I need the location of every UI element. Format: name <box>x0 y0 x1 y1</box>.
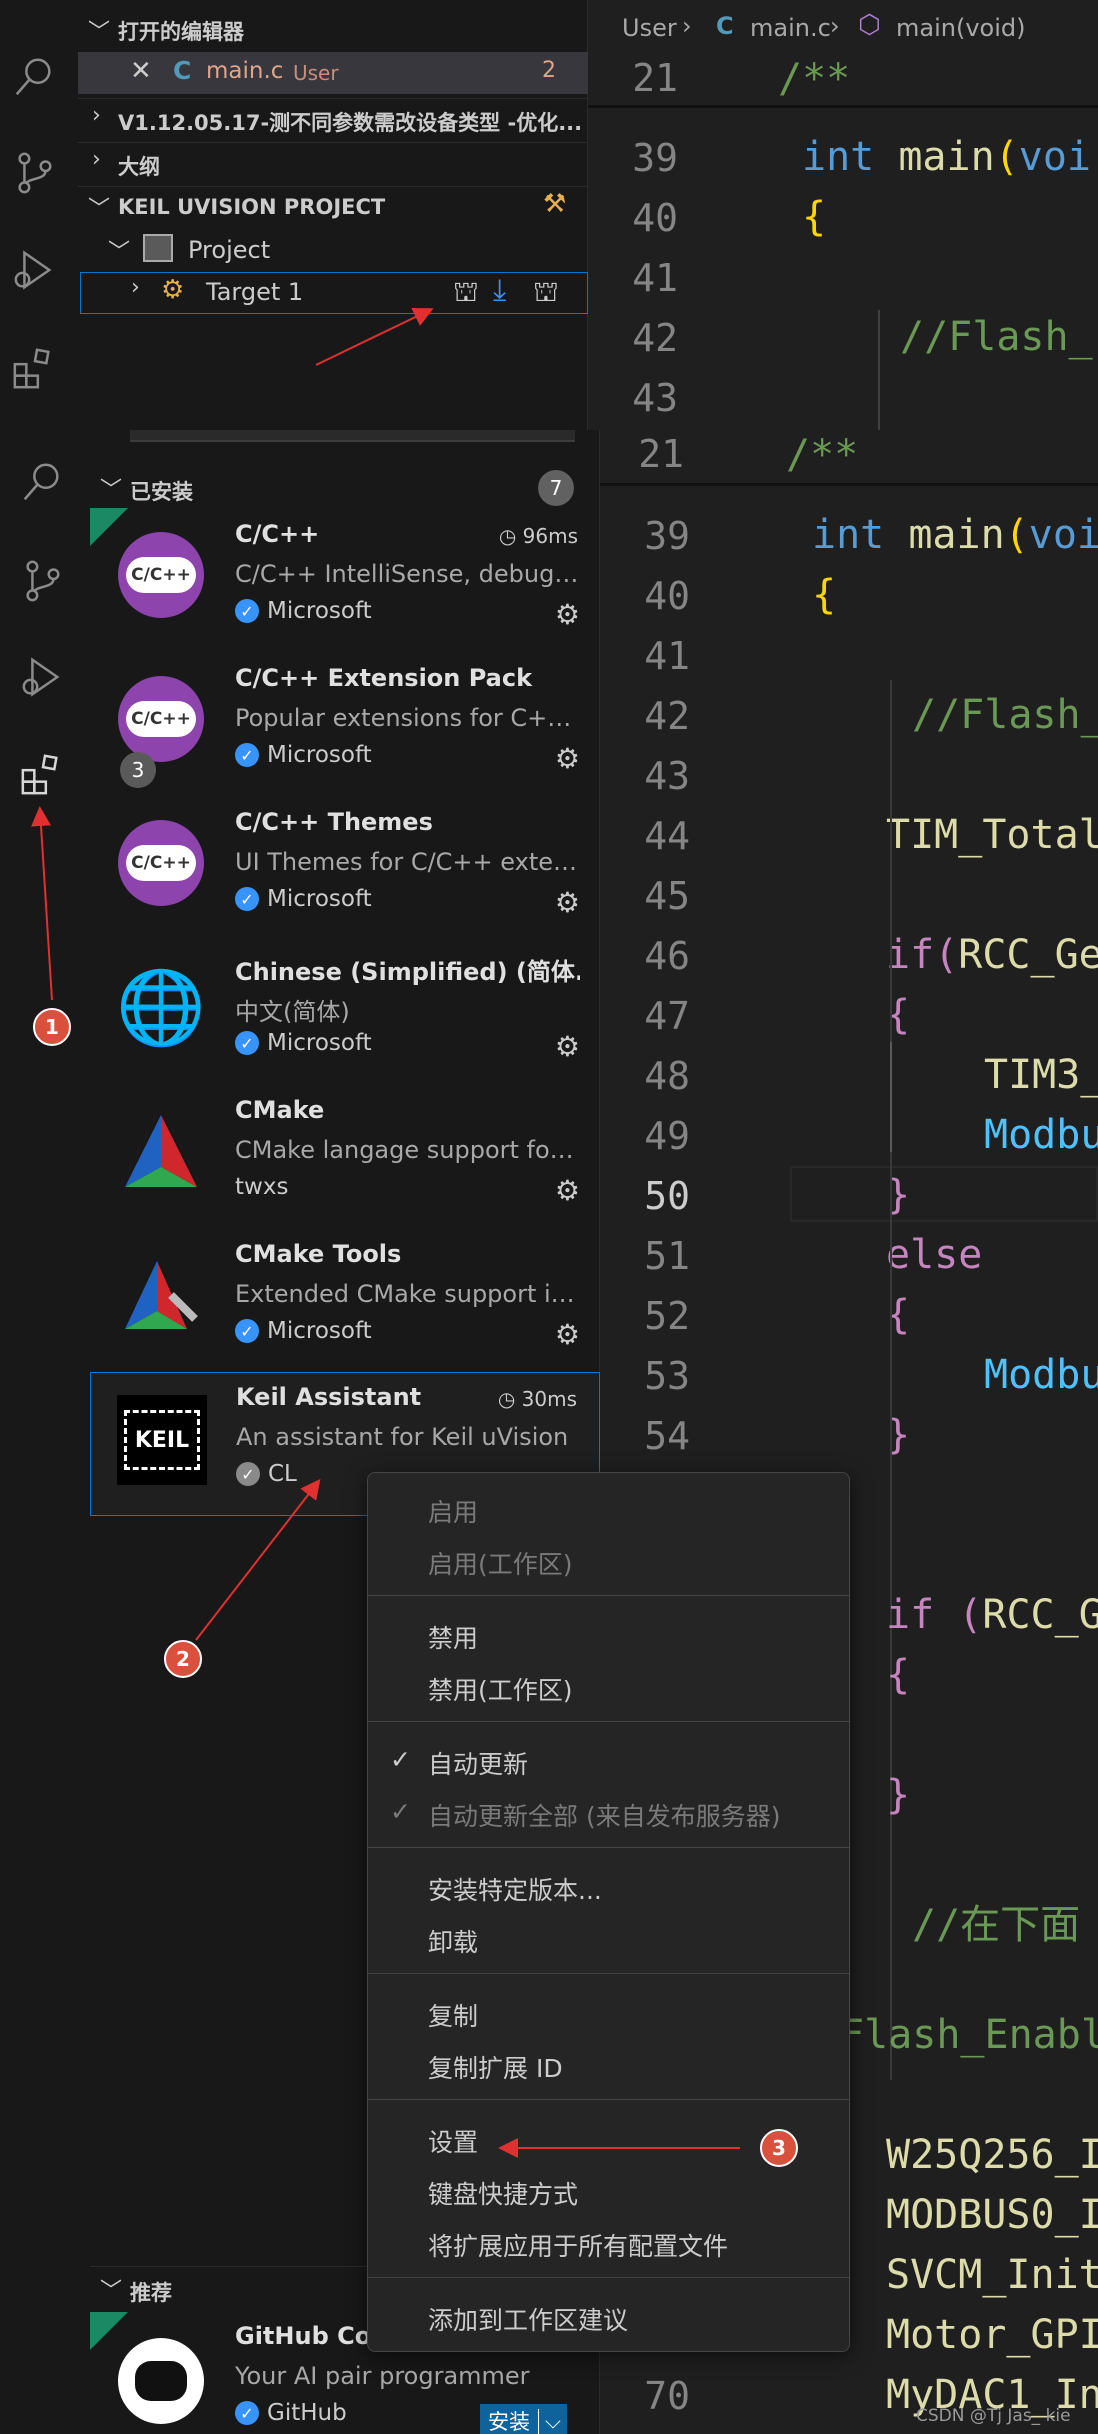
arrow-to-target-build <box>315 307 434 366</box>
annotation-arrows <box>31 307 740 2158</box>
arrow-to-extensions-icon <box>31 806 53 1001</box>
arrow-to-keil-extension <box>195 1478 321 1641</box>
